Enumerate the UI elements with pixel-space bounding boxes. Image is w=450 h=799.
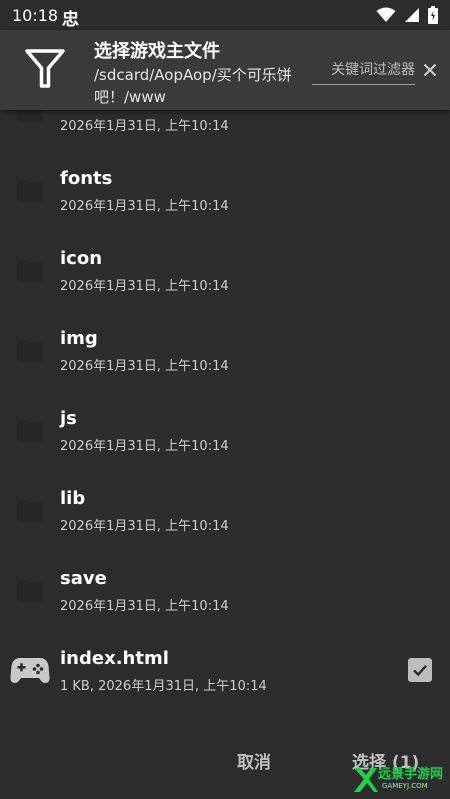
keyword-filter-input[interactable] bbox=[312, 58, 415, 82]
watermark-icon bbox=[354, 768, 378, 792]
watermark-text: 远景手游网 bbox=[378, 767, 444, 782]
clear-filter-button[interactable] bbox=[420, 60, 440, 80]
file-name: lib bbox=[60, 488, 86, 509]
file-meta: 2026年1月31日, 上午10:14 bbox=[60, 359, 229, 374]
select-checkbox[interactable] bbox=[408, 658, 432, 682]
list-item-save[interactable]: save 2026年1月31日, 上午10:14 bbox=[0, 550, 450, 630]
list-item-lib[interactable]: lib 2026年1月31日, 上午10:14 bbox=[0, 470, 450, 550]
list-item-index-html[interactable]: index.html 1 KB, 2026年1月31日, 上午10:14 bbox=[0, 630, 450, 710]
file-name: js bbox=[60, 408, 77, 429]
keyword-filter[interactable] bbox=[312, 58, 415, 85]
gamepad-icon bbox=[10, 658, 50, 683]
list-item-icon[interactable]: icon 2026年1月31日, 上午10:14 bbox=[0, 230, 450, 310]
cancel-button[interactable]: 取消 bbox=[237, 748, 271, 773]
file-meta: 1 KB, 2026年1月31日, 上午10:14 bbox=[60, 679, 267, 694]
check-icon bbox=[413, 664, 427, 677]
wifi-icon bbox=[376, 7, 396, 22]
dialog-title: 选择游戏主文件 bbox=[94, 41, 220, 62]
file-name: fonts bbox=[60, 168, 113, 189]
list-item-img[interactable]: img 2026年1月31日, 上午10:14 bbox=[0, 310, 450, 390]
file-list[interactable]: data 2026年1月31日, 上午10:14 fonts 2026年1月31… bbox=[0, 70, 450, 720]
close-icon bbox=[423, 63, 437, 77]
status-carrier-icon: 忠 bbox=[62, 10, 79, 30]
battery-icon bbox=[428, 6, 438, 24]
file-meta: 2026年1月31日, 上午10:14 bbox=[60, 599, 229, 614]
signal-icon bbox=[405, 8, 419, 22]
file-meta: 2026年1月31日, 上午10:14 bbox=[60, 519, 229, 534]
file-meta: 2026年1月31日, 上午10:14 bbox=[60, 199, 229, 214]
list-item-fonts[interactable]: fonts 2026年1月31日, 上午10:14 bbox=[0, 150, 450, 230]
dialog-header: 选择游戏主文件 /sdcard/AopAop/买个可乐饼吧！/www bbox=[0, 30, 450, 110]
file-meta: 2026年1月31日, 上午10:14 bbox=[60, 119, 229, 134]
status-icons bbox=[376, 6, 438, 24]
file-meta: 2026年1月31日, 上午10:14 bbox=[60, 279, 229, 294]
folder-icon bbox=[17, 420, 43, 441]
watermark-subtext: GAMEYJ.COM bbox=[382, 782, 428, 790]
folder-icon bbox=[17, 260, 43, 281]
file-meta: 2026年1月31日, 上午10:14 bbox=[60, 439, 229, 454]
status-time: 10:18 bbox=[12, 6, 59, 25]
file-name: index.html bbox=[60, 648, 169, 669]
folder-icon bbox=[17, 340, 43, 361]
folder-icon bbox=[17, 180, 43, 201]
list-item-js[interactable]: js 2026年1月31日, 上午10:14 bbox=[0, 390, 450, 470]
watermark-logo: 远景手游网 GAMEYJ.COM bbox=[352, 760, 450, 799]
file-name: img bbox=[60, 328, 98, 349]
folder-icon bbox=[17, 580, 43, 601]
current-path: /sdcard/AopAop/买个可乐饼吧！/www bbox=[94, 66, 292, 106]
status-bar: 10:18 忠 bbox=[0, 0, 450, 30]
folder-icon bbox=[17, 500, 43, 521]
file-name: icon bbox=[60, 248, 103, 269]
file-name: save bbox=[60, 568, 107, 589]
filter-icon bbox=[25, 49, 65, 88]
